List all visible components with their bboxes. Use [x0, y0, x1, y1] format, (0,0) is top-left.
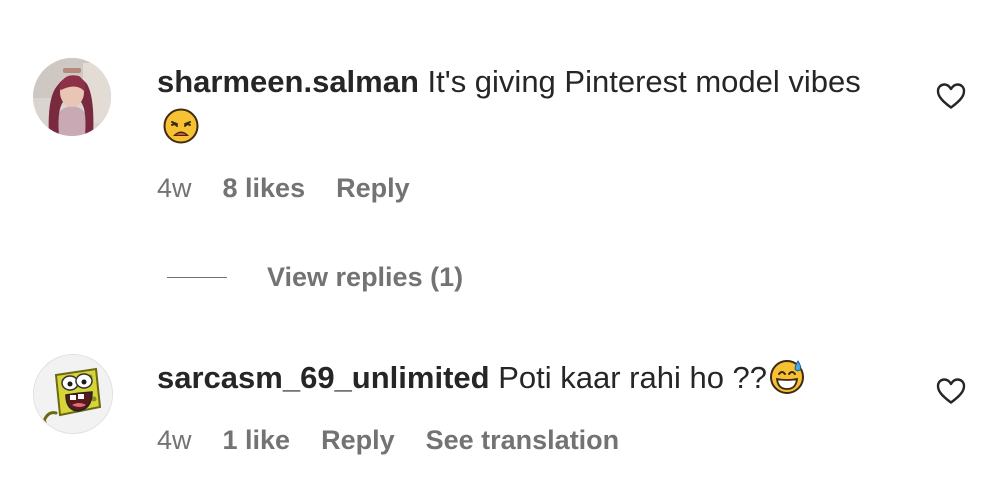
reply-button[interactable]: Reply: [336, 173, 410, 204]
heart-outline-icon[interactable]: [936, 377, 966, 405]
avatar[interactable]: [33, 354, 113, 434]
comment-time[interactable]: 4w: [157, 425, 192, 456]
avatar-photo: [33, 58, 111, 136]
comment-username[interactable]: sarcasm_69_unlimited: [157, 360, 490, 395]
comment-meta: 4w 8 likes Reply: [157, 173, 441, 204]
spongebob-avatar: [34, 355, 112, 433]
comment-body: It's giving Pinterest model vibes: [427, 64, 861, 99]
comment-text: sharmeen.salman It's giving Pinterest mo…: [157, 59, 877, 151]
see-translation-button[interactable]: See translation: [426, 425, 620, 456]
comment-text: sarcasm_69_unlimited Poti kaar rahi ho ?…: [157, 355, 877, 401]
weary-face-emoji-icon: [163, 108, 199, 144]
likes-count[interactable]: 1 like: [223, 425, 291, 456]
grinning-sweat-emoji-icon: [769, 358, 805, 394]
comment-meta: 4w 1 like Reply See translation: [157, 425, 619, 456]
comment-body: Poti kaar rahi ho ??: [498, 360, 768, 395]
comment-username[interactable]: sharmeen.salman: [157, 64, 419, 99]
reply-button[interactable]: Reply: [321, 425, 395, 456]
avatar[interactable]: [33, 58, 111, 136]
heart-outline-icon[interactable]: [936, 82, 966, 110]
comment-time[interactable]: 4w: [157, 173, 192, 204]
view-replies-button[interactable]: View replies (1): [167, 262, 463, 293]
view-replies-label: View replies (1): [267, 262, 464, 292]
likes-count[interactable]: 8 likes: [223, 173, 306, 204]
replies-divider: [167, 277, 227, 278]
